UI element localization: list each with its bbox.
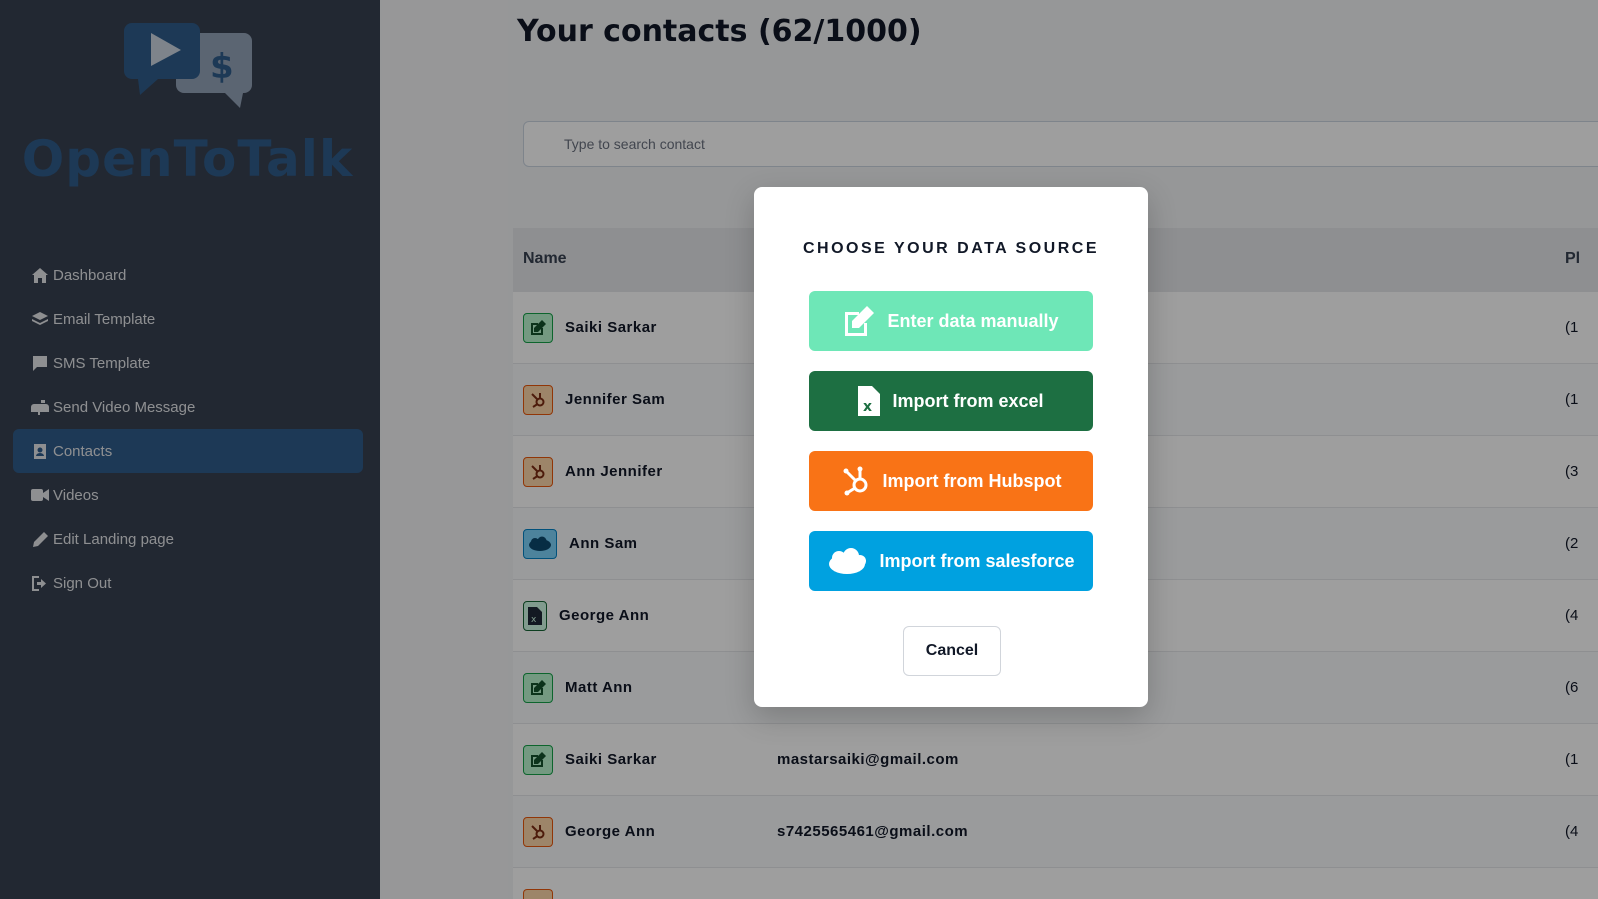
enter-data-manually-button[interactable]: Enter data manually <box>809 291 1093 351</box>
import-from-excel-button[interactable]: x Import from excel <box>809 371 1093 431</box>
svg-text:x: x <box>863 399 872 415</box>
data-source-modal: CHOOSE YOUR DATA SOURCE Enter data manua… <box>754 187 1148 707</box>
button-label: Import from excel <box>892 390 1044 411</box>
salesforce-cloud-icon <box>827 547 867 575</box>
excel-file-icon: x <box>858 386 881 416</box>
modal-title: CHOOSE YOUR DATA SOURCE <box>802 240 1100 257</box>
button-label: Import from Hubspot <box>882 470 1062 491</box>
import-from-salesforce-button[interactable]: Import from salesforce <box>809 531 1093 591</box>
cancel-button[interactable]: Cancel <box>903 626 1001 676</box>
button-label: Import from salesforce <box>879 550 1075 571</box>
import-from-hubspot-button[interactable]: Import from Hubspot <box>809 451 1093 511</box>
hubspot-icon <box>841 466 871 496</box>
edit-icon <box>843 306 875 336</box>
button-label: Enter data manually <box>887 310 1059 331</box>
